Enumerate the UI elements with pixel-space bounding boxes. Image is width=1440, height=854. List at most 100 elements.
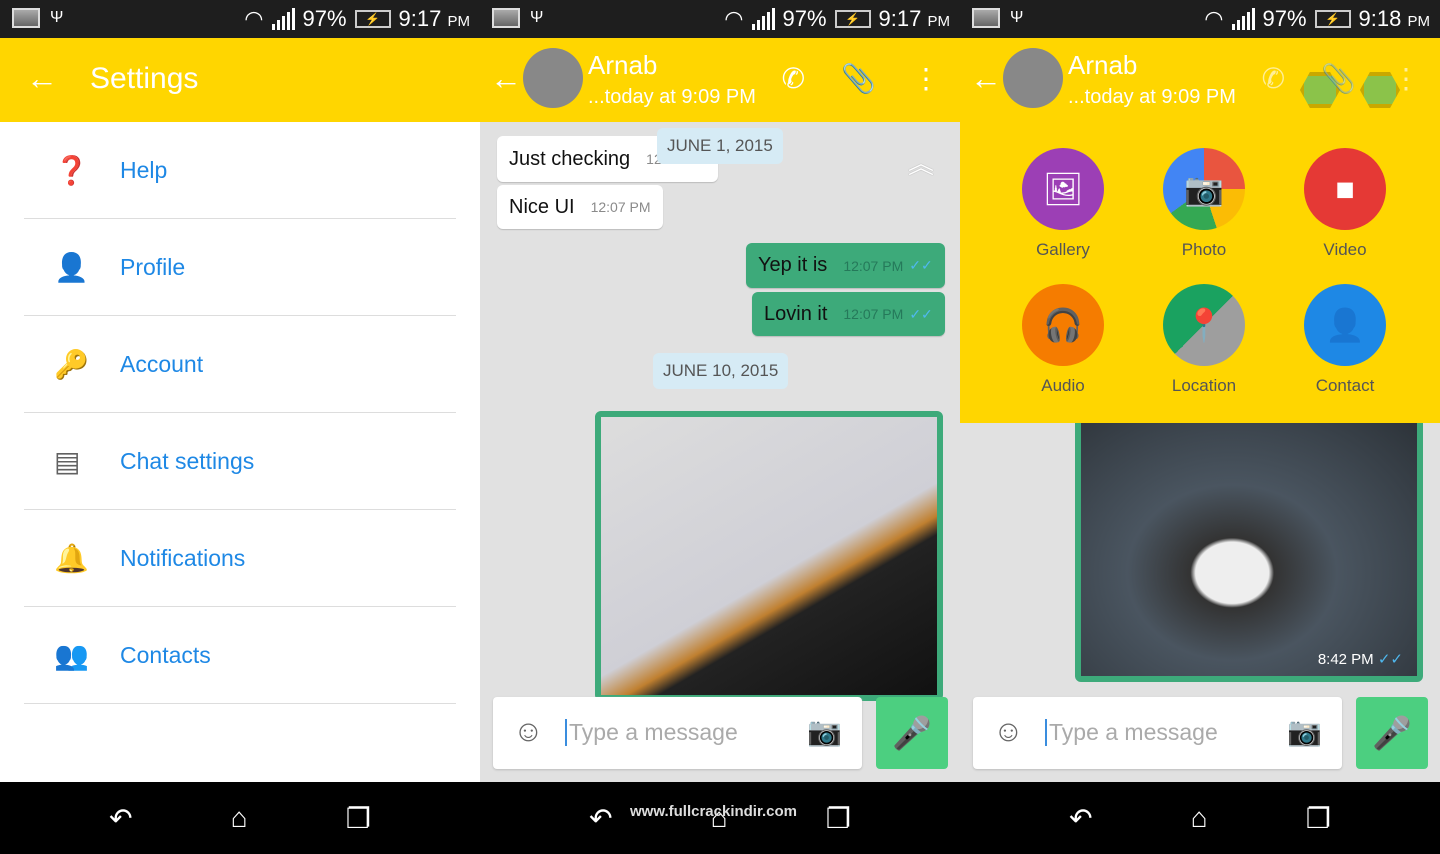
usb-icon: Ψ xyxy=(50,9,64,26)
chat-icon: ▤ xyxy=(54,445,81,477)
avatar[interactable] xyxy=(1003,48,1063,108)
input-placeholder: Type a message xyxy=(1045,719,1218,746)
headphones-icon: 🎧 xyxy=(1022,284,1104,366)
settings-item-contacts[interactable]: 👥 Contacts xyxy=(24,607,456,704)
mic-button[interactable]: 🎤 xyxy=(876,697,948,769)
chat-header: ← Arnab ...today at 9:09 PM ✆ 📎 ⋮ xyxy=(960,38,1440,122)
settings-item-notifications[interactable]: 🔔 Notifications xyxy=(24,510,456,607)
phone-icon[interactable]: ✆ xyxy=(782,62,805,95)
people-icon: 👥 xyxy=(54,639,89,671)
more-vert-icon[interactable]: ⋮ xyxy=(912,62,940,95)
clock: 9:17 PM xyxy=(398,6,470,31)
settings-item-chat-settings[interactable]: ▤ Chat settings xyxy=(24,413,456,510)
usb-icon: Ψ xyxy=(530,9,544,26)
wifi-icon: ◠ xyxy=(1204,6,1224,31)
contact-icon: 👤 xyxy=(1304,284,1386,366)
location-pin-icon: 📍 xyxy=(1163,284,1245,366)
more-vert-icon[interactable]: ⋮ xyxy=(1392,62,1420,95)
back-nav-icon[interactable]: ↶ xyxy=(109,802,132,835)
message-input[interactable]: ☺ Type a message 📷 xyxy=(973,697,1342,769)
attach-menu: 🖼 Gallery 📷 Photo ■ Video 🎧 Audio 📍 Location … xyxy=(960,122,1440,423)
camera-icon[interactable]: 📷 xyxy=(807,715,842,748)
paperclip-icon[interactable]: 📎 xyxy=(1321,62,1356,95)
image-message[interactable] xyxy=(595,411,943,701)
camera-icon[interactable]: 📷 xyxy=(1287,715,1322,748)
recents-icon[interactable]: ❐ xyxy=(346,802,371,835)
person-icon: 👤 xyxy=(54,251,89,283)
wifi-icon: ◠ xyxy=(244,6,264,31)
item-label: Profile xyxy=(120,253,186,280)
item-label: Notifications xyxy=(120,544,246,571)
home-icon[interactable]: ⌂ xyxy=(231,802,248,834)
read-ticks-icon: ✓✓ xyxy=(909,305,933,322)
last-seen: ...today at 9:09 PM xyxy=(588,86,756,108)
home-icon[interactable]: ⌂ xyxy=(1191,802,1208,834)
recents-icon[interactable]: ❐ xyxy=(826,802,851,835)
read-ticks-icon: ✓✓ xyxy=(909,257,933,273)
attach-contact[interactable]: 👤 Contact xyxy=(1285,284,1405,396)
message-incoming[interactable]: Nice UI 12:07 PM xyxy=(497,185,663,229)
scroll-up-icon[interactable]: ︽ xyxy=(908,144,934,181)
last-seen: ...today at 9:09 PM xyxy=(1068,86,1236,108)
back-arrow-icon[interactable]: ← xyxy=(26,60,58,97)
contact-name[interactable]: Arnab xyxy=(588,50,657,81)
settings-screen: Ψ ◠ 97% ⚡ 9:17 PM ← Settings ❓ Help 👤 Profile… xyxy=(0,0,480,854)
nav-bar: ↶ ⌂ ❐ xyxy=(960,782,1440,854)
back-nav-icon[interactable]: ↶ xyxy=(1069,802,1092,835)
contact-name[interactable]: Arnab xyxy=(1068,50,1137,81)
attach-location[interactable]: 📍 Location xyxy=(1144,284,1264,396)
attach-photo[interactable]: 📷 Photo xyxy=(1144,148,1264,260)
chat-screen: Ψ ◠ 97% ⚡ 9:17 PM ← Arnab ...today at 9:09 … xyxy=(480,0,960,854)
back-arrow-icon[interactable]: ← xyxy=(970,60,1002,97)
clock: 9:18 PM xyxy=(1358,6,1430,31)
status-bar: Ψ ◠ 97% ⚡ 9:17 PM xyxy=(0,0,480,38)
emoji-icon[interactable]: ☺ xyxy=(513,715,544,749)
back-nav-icon[interactable]: ↶ xyxy=(589,802,612,835)
key-icon: 🔑 xyxy=(54,348,89,380)
chat-header: ← Arnab ...today at 9:09 PM ✆ 📎 ⋮ xyxy=(480,38,960,122)
image-message[interactable]: 8:42 PM ✓✓ xyxy=(1075,412,1423,682)
message-outgoing[interactable]: Yep it is 12:07 PM ✓✓ xyxy=(746,243,945,288)
usb-icon: Ψ xyxy=(1010,9,1024,26)
battery-icon: ⚡ xyxy=(834,10,871,28)
back-arrow-icon[interactable]: ← xyxy=(490,60,522,97)
item-label: Account xyxy=(120,350,204,377)
battery-percent: 97% xyxy=(1262,6,1307,31)
settings-item-help[interactable]: ❓ Help xyxy=(24,122,456,219)
avatar[interactable] xyxy=(523,48,583,108)
chat-attach-screen: Ψ ◠ 97% ⚡ 9:18 PM ← Arnab ...today at 9:09 … xyxy=(960,0,1440,854)
nav-bar: ↶ ⌂ ❐ xyxy=(0,782,480,854)
read-ticks-icon: ✓✓ xyxy=(1377,651,1403,668)
settings-list: ❓ Help 👤 Profile 🔑 Account ▤ Chat settings 🔔… xyxy=(0,122,480,782)
gallery-icon: 🖼 xyxy=(1022,148,1104,230)
chat-area: Just checking12:07 PM JUNE 1, 2015 ︽ Nic… xyxy=(480,122,960,782)
signal-icon xyxy=(1231,8,1255,30)
attach-gallery[interactable]: 🖼 Gallery xyxy=(1003,148,1123,260)
mic-button[interactable]: 🎤 xyxy=(1356,697,1428,769)
battery-icon: ⚡ xyxy=(1314,10,1351,28)
page-title: Settings xyxy=(90,62,199,95)
app-bar: ← Settings xyxy=(0,38,480,122)
date-divider: JUNE 10, 2015 xyxy=(653,353,789,389)
attach-audio[interactable]: 🎧 Audio xyxy=(1003,284,1123,396)
camera-icon: 📷 xyxy=(1163,148,1245,230)
message-outgoing[interactable]: Lovin it 12:07 PM ✓✓ xyxy=(752,292,945,336)
clock: 9:17 PM xyxy=(878,6,950,31)
bell-icon: 🔔 xyxy=(54,542,89,574)
settings-item-account[interactable]: 🔑 Account xyxy=(24,316,456,413)
item-label: Help xyxy=(120,156,168,183)
settings-item-profile[interactable]: 👤 Profile xyxy=(24,219,456,316)
image-notification-icon xyxy=(972,8,1000,28)
attach-video[interactable]: ■ Video xyxy=(1285,148,1405,260)
signal-icon xyxy=(271,8,295,30)
watermark-text: www.fullcrackindir.com xyxy=(630,803,797,820)
battery-percent: 97% xyxy=(302,6,347,31)
recents-icon[interactable]: ❐ xyxy=(1306,802,1331,835)
wifi-icon: ◠ xyxy=(724,6,744,31)
signal-icon xyxy=(751,8,775,30)
emoji-icon[interactable]: ☺ xyxy=(993,715,1024,749)
paperclip-icon[interactable]: 📎 xyxy=(841,62,876,95)
phone-icon[interactable]: ✆ xyxy=(1262,62,1285,95)
item-label: Contacts xyxy=(120,641,211,668)
message-input[interactable]: ☺ Type a message 📷 xyxy=(493,697,862,769)
